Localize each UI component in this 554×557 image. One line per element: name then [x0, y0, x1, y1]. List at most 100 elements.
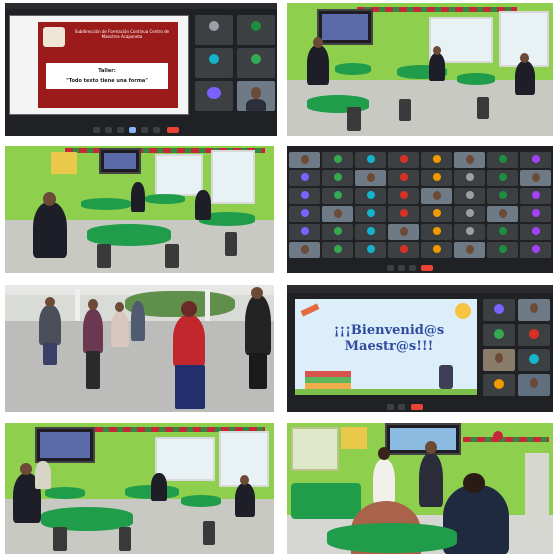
participant-tile[interactable]: [322, 188, 353, 204]
participant-tile[interactable]: [483, 349, 515, 371]
participant-tile[interactable]: [237, 81, 275, 111]
participant-tile[interactable]: [388, 242, 419, 258]
participant-tile[interactable]: [322, 206, 353, 222]
person-legs: [43, 343, 57, 365]
end-call-button[interactable]: [411, 404, 423, 410]
participant-avatar: [333, 173, 342, 181]
participant-tile[interactable]: [518, 324, 550, 346]
participant-tile[interactable]: [355, 242, 386, 258]
end-call-button[interactable]: [167, 127, 179, 133]
participant-tile[interactable]: [520, 152, 551, 168]
participant-tile[interactable]: [518, 349, 550, 371]
mic-button[interactable]: [387, 265, 394, 271]
captions-button[interactable]: [117, 127, 124, 133]
participant-tile[interactable]: [487, 242, 518, 258]
participant-tile[interactable]: [388, 224, 419, 240]
participant-avatar: [300, 227, 309, 235]
person-head: [463, 473, 485, 493]
participant-avatar: [498, 155, 507, 163]
end-call-button[interactable]: [421, 265, 433, 271]
participant-avatar: [465, 173, 474, 181]
participant-tile[interactable]: [454, 188, 485, 204]
participant-tile[interactable]: [355, 224, 386, 240]
participant-tile[interactable]: [322, 170, 353, 186]
participant-tile[interactable]: [487, 188, 518, 204]
participant-tile[interactable]: [518, 299, 550, 321]
participant-tile[interactable]: [421, 206, 452, 222]
participant-tile[interactable]: [487, 170, 518, 186]
participant-face: [530, 303, 538, 313]
participant-tile[interactable]: [355, 206, 386, 222]
presenter: [419, 453, 443, 507]
participant-tile[interactable]: [421, 242, 452, 258]
participant-tile[interactable]: [520, 170, 551, 186]
camera-button[interactable]: [105, 127, 112, 133]
participant-tile[interactable]: [355, 152, 386, 168]
participant-tile[interactable]: [454, 152, 485, 168]
participant-tile[interactable]: [520, 206, 551, 222]
participant-tile[interactable]: [454, 170, 485, 186]
present-button[interactable]: [129, 127, 136, 133]
participant-tile[interactable]: [195, 81, 233, 111]
participant-tile[interactable]: [289, 170, 320, 186]
participant-avatar: [465, 191, 474, 199]
participant-tile[interactable]: [487, 224, 518, 240]
call-controls-bar: [287, 402, 553, 412]
participant-tile[interactable]: [421, 224, 452, 240]
wall-poster: [51, 152, 77, 174]
participant-face: [366, 173, 375, 182]
participant-face: [495, 353, 503, 363]
participant-tile[interactable]: [195, 15, 233, 45]
slide-sun: [455, 303, 471, 319]
participant-tile[interactable]: [355, 188, 386, 204]
participant-tile[interactable]: [454, 224, 485, 240]
participant-tile[interactable]: [487, 152, 518, 168]
present-button[interactable]: [409, 265, 416, 271]
participant-tile[interactable]: [195, 48, 233, 78]
mic-button[interactable]: [387, 404, 394, 410]
participant-tile[interactable]: [355, 170, 386, 186]
participant-tile[interactable]: [388, 152, 419, 168]
person-head: [251, 287, 263, 299]
participant-tile[interactable]: [237, 48, 275, 78]
participant-tile[interactable]: [483, 374, 515, 396]
participant-tile[interactable]: [289, 188, 320, 204]
person-head: [20, 463, 32, 475]
camera-button[interactable]: [398, 404, 405, 410]
participant-tile[interactable]: [518, 374, 550, 396]
chair: [347, 107, 361, 131]
participant-avatar: [333, 227, 342, 235]
participant-tile[interactable]: [454, 206, 485, 222]
participant-tile[interactable]: [483, 324, 515, 346]
participant-tile[interactable]: [289, 152, 320, 168]
participant-tile[interactable]: [421, 188, 452, 204]
participant-tile[interactable]: [322, 224, 353, 240]
participant-tile[interactable]: [520, 224, 551, 240]
participant-tile[interactable]: [388, 170, 419, 186]
participant-tile[interactable]: [388, 188, 419, 204]
participant-tile[interactable]: [289, 224, 320, 240]
participant-tile[interactable]: [289, 206, 320, 222]
participant-tile[interactable]: [388, 206, 419, 222]
participant-tile[interactable]: [520, 188, 551, 204]
more-options-button[interactable]: [153, 127, 160, 133]
mic-button[interactable]: [93, 127, 100, 133]
participant-tile[interactable]: [483, 299, 515, 321]
participant-avatar: [531, 209, 540, 217]
participant-tile[interactable]: [322, 152, 353, 168]
participant-tile[interactable]: [454, 242, 485, 258]
participant-avatar: [432, 227, 441, 235]
participant-tile[interactable]: [421, 152, 452, 168]
participant-tile[interactable]: [421, 170, 452, 186]
participant-tile[interactable]: [322, 242, 353, 258]
participant-tile[interactable]: [289, 242, 320, 258]
raise-hand-button[interactable]: [141, 127, 148, 133]
green-table: [145, 194, 185, 204]
participant-avatar: [531, 155, 540, 163]
participant-avatar: [432, 173, 441, 181]
participant-tile[interactable]: [520, 242, 551, 258]
participant-tile[interactable]: [237, 15, 275, 45]
camera-button[interactable]: [398, 265, 405, 271]
participant-grid: [287, 150, 553, 260]
participant-tile[interactable]: [487, 206, 518, 222]
